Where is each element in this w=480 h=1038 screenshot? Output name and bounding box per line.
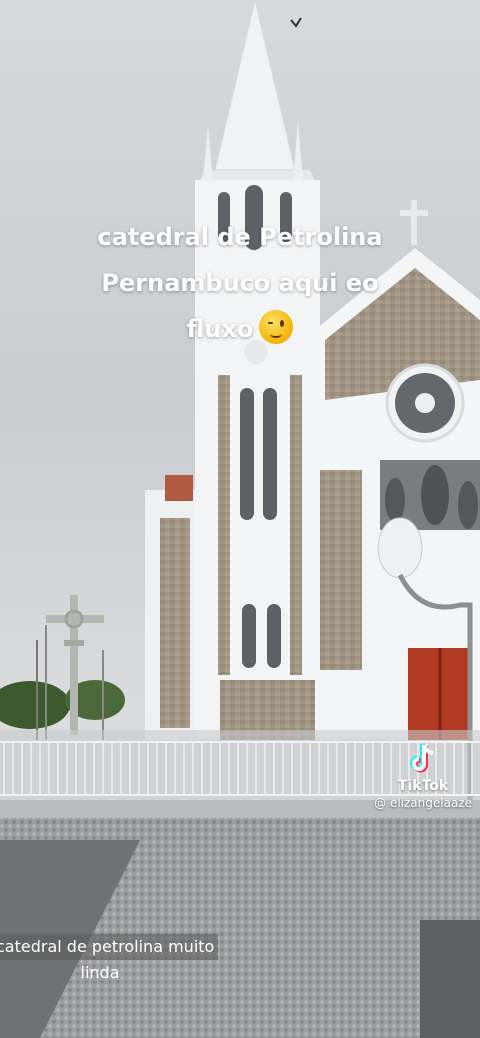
video-frame: catedral de Petrolina Pernambuco aqui eo…: [0, 0, 480, 1038]
subtitle-line-2: linda: [80, 963, 120, 982]
tiktok-handle: @ elizangelaaze: [374, 796, 472, 810]
tiktok-logo-icon: [408, 742, 438, 776]
subtitle-line-1: catedral de petrolina muito: [0, 934, 219, 960]
tiktok-watermark: TikTok @ elizangelaaze: [374, 742, 472, 810]
caption-line-2: Pernambuco aqui eo: [101, 269, 379, 297]
bottom-subtitle: catedral de petrolina muito linda: [0, 934, 242, 986]
winking-face-icon: [259, 310, 294, 344]
overlay-caption: catedral de Petrolina Pernambuco aqui eo…: [0, 214, 480, 352]
caption-line-3-text: fluxo: [186, 315, 254, 343]
caption-line-3: fluxo: [0, 306, 480, 352]
tiktok-brand: TikTok: [397, 778, 449, 794]
cathedral-photo: [0, 0, 480, 1038]
caption-line-1: catedral de Petrolina: [97, 223, 383, 251]
